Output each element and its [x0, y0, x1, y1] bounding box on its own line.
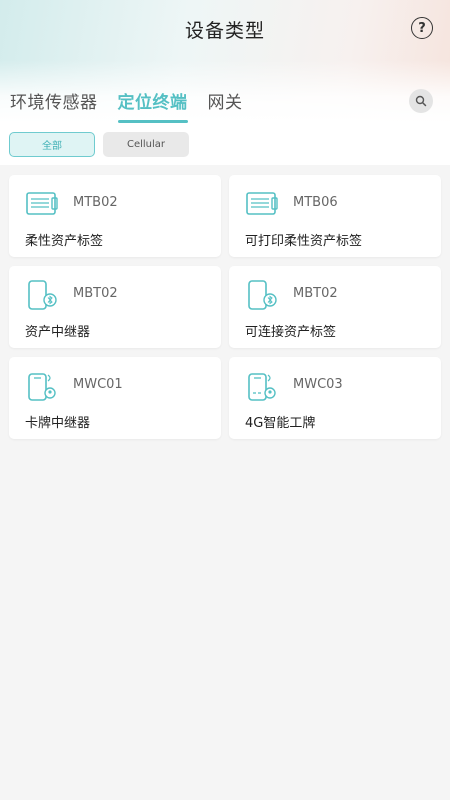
device-name: 可连接资产标签 [245, 325, 337, 340]
device-name: 资产中继器 [25, 325, 91, 340]
page-title: 设备类型 [184, 20, 265, 42]
device-name: 柔性资产标签 [25, 234, 104, 249]
device-code: MBT02 [73, 286, 118, 301]
device-card[interactable]: MBT02 资产中继器 [9, 266, 221, 348]
filter-chip-all[interactable]: 全部 [9, 132, 95, 157]
tab-gateway[interactable]: 网关 [208, 88, 243, 119]
bluetooth-device-icon [248, 280, 277, 310]
device-name: 可打印柔性资产标签 [245, 234, 363, 249]
device-code: MTB06 [293, 195, 338, 210]
device-card[interactable]: MTB02 柔性资产标签 [9, 175, 221, 257]
filter-chips: 全部 Cellular [9, 132, 189, 157]
device-card[interactable]: MTB06 可打印柔性资产标签 [229, 175, 441, 257]
device-card[interactable]: MWC03 4G智能工牌 [229, 357, 441, 439]
category-tabs: 环境传感器 定位终端 网关 [10, 88, 243, 123]
device-card[interactable]: MBT02 可连接资产标签 [229, 266, 441, 348]
device-grid: MTB02 柔性资产标签 MTB06 可打印柔性资产标签 MBT02 资产中继器… [9, 175, 441, 439]
filter-chip-cellular[interactable]: Cellular [103, 132, 189, 157]
help-button[interactable]: ? [411, 17, 433, 39]
flexible-tag-icon [26, 192, 58, 215]
tab-positioning-terminal[interactable]: 定位终端 [117, 88, 188, 123]
bluetooth-device-icon [28, 280, 57, 310]
device-code: MWC01 [73, 377, 123, 392]
device-name: 4G智能工牌 [245, 416, 316, 431]
device-code: MBT02 [293, 286, 338, 301]
search-button[interactable] [409, 89, 433, 113]
device-name: 卡牌中继器 [25, 416, 91, 431]
cellular-card-icon [248, 373, 276, 401]
device-card[interactable]: MWC01 卡牌中继器 [9, 357, 221, 439]
search-icon [415, 95, 427, 107]
question-icon: ? [418, 20, 426, 36]
device-code: MWC03 [293, 377, 343, 392]
flexible-tag-icon [246, 192, 278, 215]
device-code: MTB02 [73, 195, 118, 210]
tab-environment-sensor[interactable]: 环境传感器 [10, 88, 98, 119]
cellular-card-icon [28, 373, 56, 401]
